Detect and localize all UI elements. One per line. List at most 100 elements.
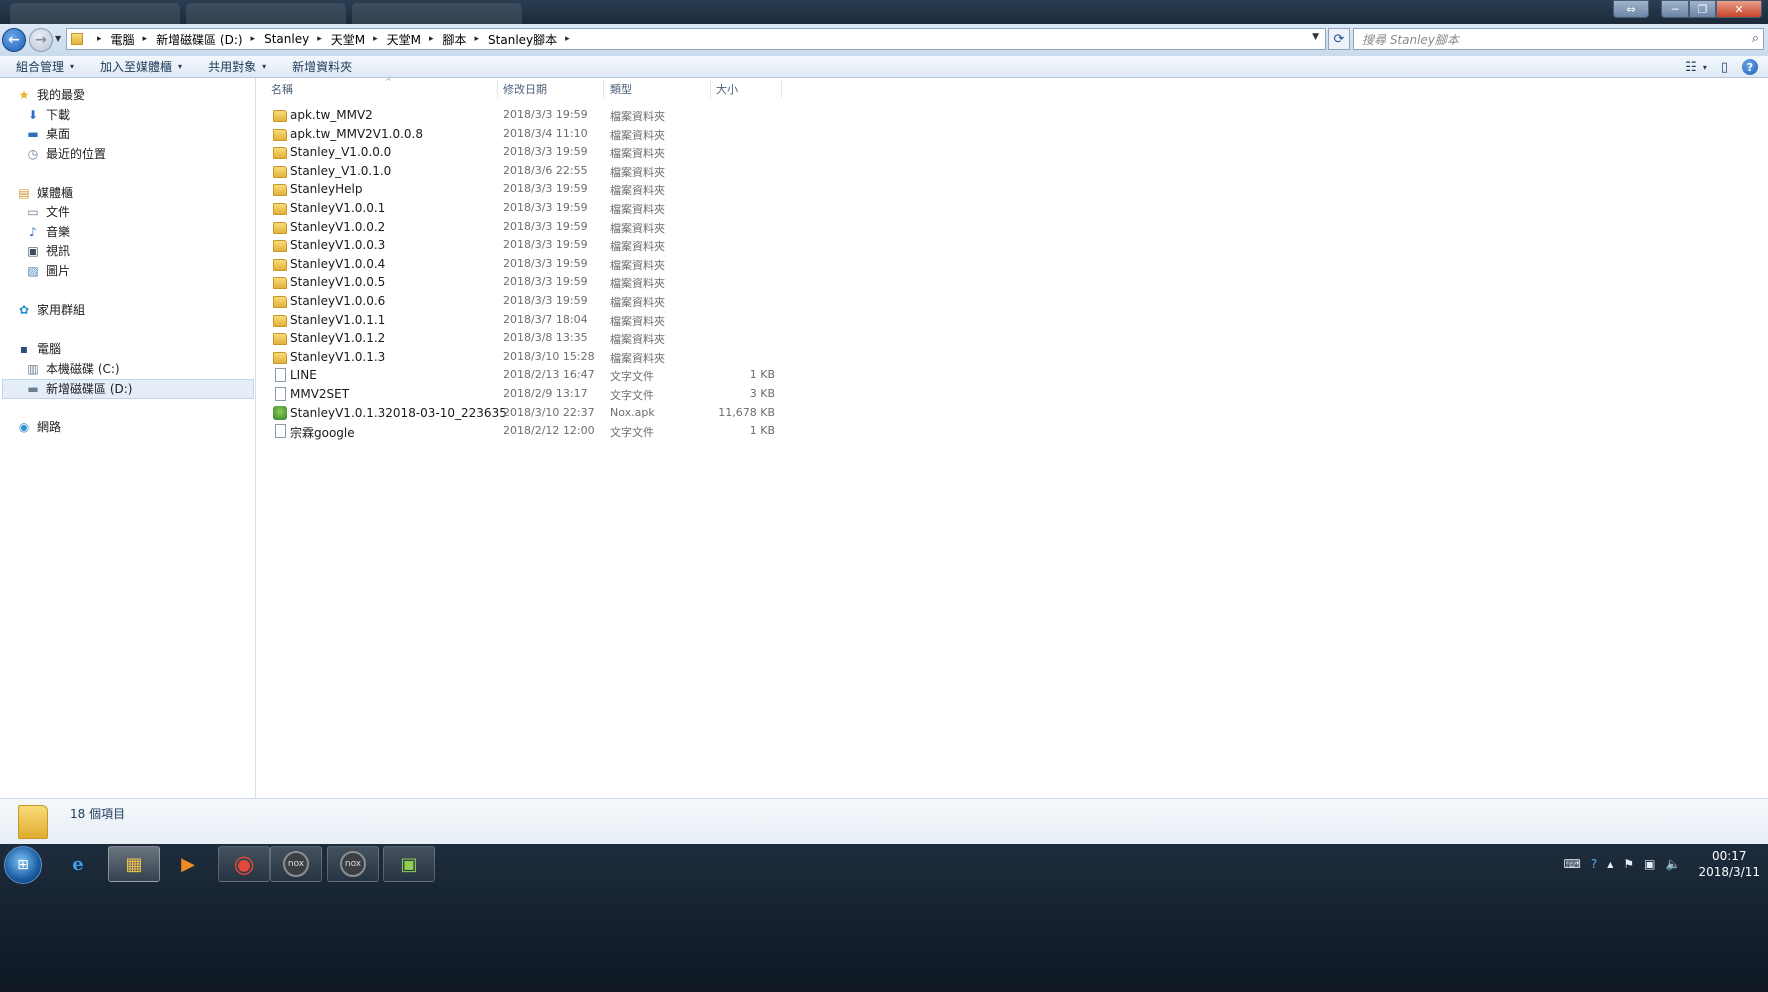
- breadcrumb-computer[interactable]: 電腦: [111, 31, 135, 48]
- file-name: StanleyV1.0.1.3: [290, 349, 386, 364]
- sidebar-item-videos[interactable]: ▣ 視訊: [25, 241, 70, 260]
- sidebar-item-recent-places[interactable]: ◷ 最近的位置: [25, 144, 106, 163]
- sidebar-item-network[interactable]: ◉ 網路: [16, 417, 61, 436]
- window-title-bar: ⇔ ─ ❐ ✕: [0, 0, 1768, 24]
- file-row[interactable]: apk.tw_MMV2V1.0.0.8 2018/3/4 11:10 檔案資料夾: [271, 126, 791, 144]
- file-row[interactable]: StanleyV1.0.1.2 2018/3/8 13:35 檔案資料夾: [271, 330, 791, 348]
- file-date: 2018/3/3 19:59: [503, 256, 588, 270]
- search-icon[interactable]: ⌕: [1752, 31, 1759, 46]
- internet-explorer-icon[interactable]: e: [52, 846, 104, 882]
- file-name: StanleyV1.0.0.3: [290, 238, 386, 253]
- nox-multi-taskbar-button[interactable]: nox: [327, 846, 379, 882]
- sidebar-item-music[interactable]: ♪ 音樂: [25, 222, 70, 241]
- breadcrumb-stanley-scripts[interactable]: Stanley腳本: [488, 31, 557, 48]
- file-row[interactable]: StanleyV1.0.0.1 2018/3/3 19:59 檔案資料夾: [271, 200, 791, 218]
- file-row[interactable]: StanleyHelp 2018/3/3 19:59 檔案資料夾: [271, 181, 791, 199]
- maximize-button[interactable]: ❐: [1689, 0, 1716, 18]
- sidebar-item-drive-d[interactable]: ▬ 新增磁碟區 (D:): [25, 379, 132, 398]
- forward-button[interactable]: →: [29, 28, 53, 52]
- file-row[interactable]: StanleyV1.0.1.3 2018/3/10 15:28 檔案資料夾: [271, 349, 791, 367]
- breadcrumb-separator[interactable]: ▸: [251, 34, 256, 44]
- search-input[interactable]: 搜尋 Stanley腳本 ⌕: [1353, 28, 1764, 50]
- breadcrumb-drive-d[interactable]: 新增磁碟區 (D:): [156, 31, 242, 48]
- file-row[interactable]: apk.tw_MMV2 2018/3/3 19:59 檔案資料夾: [271, 107, 791, 125]
- file-row[interactable]: StanleyV1.0.0.4 2018/3/3 19:59 檔案資料夾: [271, 256, 791, 274]
- network-icon[interactable]: ▣: [1644, 857, 1655, 871]
- share-with-label: 共用對象: [208, 60, 257, 74]
- share-with-menu[interactable]: 共用對象 ▾: [208, 58, 276, 75]
- breadcrumb-stanley[interactable]: Stanley: [264, 32, 309, 46]
- file-type: 檔案資料夾: [610, 221, 665, 235]
- sidebar-item-homegroup[interactable]: ✿ 家用群組: [16, 300, 85, 319]
- file-row[interactable]: Stanley_V1.0.0.0 2018/3/3 19:59 檔案資料夾: [271, 144, 791, 162]
- address-bar[interactable]: ▸ 電腦 ▸ 新增磁碟區 (D:) ▸ Stanley ▸ 天堂M ▸ 天堂M …: [66, 28, 1326, 50]
- volume-icon[interactable]: 🔈: [1666, 857, 1681, 871]
- file-row[interactable]: StanleyV1.0.1.1 2018/3/7 18:04 檔案資料夾: [271, 312, 791, 330]
- keyboard-icon[interactable]: ⌨: [1564, 857, 1581, 871]
- file-row[interactable]: MMV2SET 2018/2/9 13:17 文字文件 3 KB: [271, 386, 791, 404]
- media-player-icon[interactable]: ▶: [162, 846, 214, 882]
- breadcrumb-separator[interactable]: ▸: [429, 34, 434, 44]
- add-to-library-menu[interactable]: 加入至媒體櫃 ▾: [100, 58, 192, 75]
- sidebar-item-drive-c[interactable]: ▥ 本機磁碟 (C:): [25, 359, 119, 378]
- breadcrumb-separator[interactable]: ▸: [373, 34, 378, 44]
- file-row[interactable]: LINE 2018/2/13 16:47 文字文件 1 KB: [271, 367, 791, 385]
- column-header-name[interactable]: 名稱 ^: [265, 77, 498, 98]
- column-header-size[interactable]: 大小: [710, 80, 782, 98]
- sidebar-item-label: 新增磁碟區 (D:): [46, 382, 133, 396]
- sidebar-item-desktop[interactable]: ▬ 桌面: [25, 124, 70, 143]
- breadcrumb-separator[interactable]: ▸: [317, 34, 322, 44]
- chrome-icon[interactable]: ◉: [218, 846, 270, 882]
- file-row[interactable]: StanleyV1.0.0.3 2018/3/3 19:59 檔案資料夾: [271, 237, 791, 255]
- file-name: StanleyV1.0.0.4: [290, 256, 386, 271]
- breadcrumb-separator[interactable]: ▸: [97, 34, 102, 44]
- close-button[interactable]: ✕: [1716, 0, 1762, 18]
- minimize-button[interactable]: ─: [1661, 0, 1689, 18]
- new-folder-button[interactable]: 新增資料夾: [292, 58, 362, 75]
- file-row[interactable]: StanleyV1.0.0.2 2018/3/3 19:59 檔案資料夾: [271, 219, 791, 237]
- sidebar-item-computer[interactable]: ▪ 電腦: [16, 339, 61, 358]
- start-button[interactable]: ⊞: [4, 846, 42, 884]
- address-history-dropdown[interactable]: ▼: [1312, 32, 1319, 42]
- file-name: StanleyHelp: [290, 182, 363, 197]
- sidebar-item-documents[interactable]: ▭ 文件: [25, 202, 70, 221]
- script-tool-icon[interactable]: ▣: [383, 846, 435, 882]
- help-icon[interactable]: ?: [1742, 59, 1758, 75]
- breadcrumb-tiantang-m[interactable]: 天堂M: [331, 31, 365, 48]
- file-row[interactable]: StanleyV1.0.1.32018-03-10_223635 2018/3/1…: [271, 405, 791, 423]
- file-row[interactable]: StanleyV1.0.0.5 2018/3/3 19:59 檔案資料夾: [271, 274, 791, 292]
- column-header-date[interactable]: 修改日期: [497, 80, 604, 98]
- file-row[interactable]: 宗霖google 2018/2/12 12:00 文字文件 1 KB: [271, 423, 791, 441]
- organize-menu[interactable]: 組合管理 ▾: [16, 58, 84, 75]
- breadcrumb-separator[interactable]: ▸: [475, 34, 480, 44]
- clock[interactable]: 00:17 2018/3/11: [1698, 848, 1760, 880]
- back-button[interactable]: ←: [2, 28, 26, 52]
- sidebar-item-pictures[interactable]: ▨ 圖片: [25, 261, 70, 280]
- action-center-flag-icon[interactable]: ⚑: [1623, 857, 1634, 871]
- breadcrumb-tiantang-m-2[interactable]: 天堂M: [387, 31, 421, 48]
- breadcrumb-separator[interactable]: ▸: [565, 34, 570, 44]
- column-header-label: 類型: [610, 83, 632, 96]
- column-header-type[interactable]: 類型: [604, 80, 711, 98]
- breadcrumb-separator[interactable]: ▸: [143, 34, 148, 44]
- change-view-icon[interactable]: ☷: [1685, 60, 1697, 75]
- windows-explorer-icon[interactable]: ▦: [108, 846, 160, 882]
- sidebar-item-libraries[interactable]: ▤ 媒體櫃: [16, 183, 73, 202]
- nox-player-taskbar-button[interactable]: nox: [270, 846, 322, 882]
- column-header-label: 修改日期: [503, 83, 547, 96]
- file-row[interactable]: Stanley_V1.0.1.0 2018/3/6 22:55 檔案資料夾: [271, 163, 791, 181]
- text-document-icon: [275, 387, 286, 401]
- help-icon[interactable]: ?: [1591, 857, 1597, 871]
- folder-icon: [273, 184, 287, 197]
- sidebar-item-favorites[interactable]: ★ 我的最愛: [16, 85, 85, 104]
- view-dropdown-icon[interactable]: ▾: [1703, 63, 1707, 72]
- preview-pane-icon[interactable]: ▯: [1721, 60, 1728, 75]
- breadcrumb-scripts[interactable]: 腳本: [443, 31, 467, 48]
- desktop-icon: ▬: [27, 126, 39, 141]
- refresh-button[interactable]: ⟳: [1328, 28, 1350, 50]
- show-hidden-icons-icon[interactable]: ▲: [1607, 860, 1613, 869]
- restore-button[interactable]: ⇔: [1613, 0, 1649, 18]
- sidebar-item-downloads[interactable]: ⬇ 下載: [25, 105, 70, 124]
- file-row[interactable]: StanleyV1.0.0.6 2018/3/3 19:59 檔案資料夾: [271, 293, 791, 311]
- recent-pages-dropdown[interactable]: ▼: [55, 34, 61, 43]
